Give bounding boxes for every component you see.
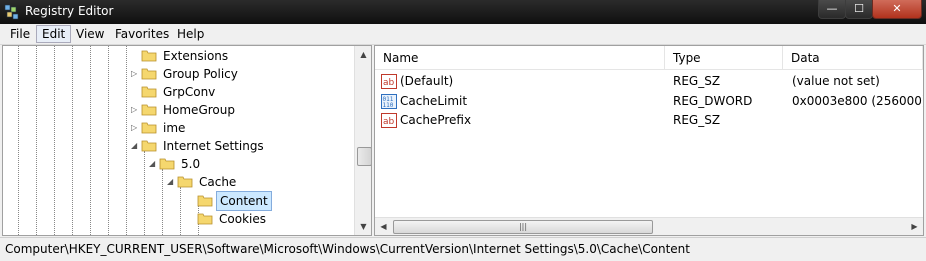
tree-guide-line — [162, 169, 163, 235]
tree-item-5-0[interactable]: ◢ 5.0 — [149, 155, 349, 173]
tree-item-label: ime — [163, 121, 186, 135]
scrollbar-thumb[interactable] — [357, 147, 371, 166]
svg-text:ab: ab — [383, 78, 395, 88]
scroll-right-arrow-icon[interactable]: ▶ — [906, 218, 923, 235]
scrollbar-thumb[interactable]: ||| — [393, 220, 653, 234]
value-name: CachePrefix — [400, 113, 472, 127]
values-horizontal-scrollbar[interactable]: ◀ ||| ▶ — [375, 217, 923, 235]
folder-icon — [141, 50, 157, 62]
column-header-type[interactable]: Type — [665, 46, 783, 70]
value-type: REG_DWORD — [673, 94, 753, 108]
collapse-arrow-icon[interactable]: ◢ — [149, 159, 157, 169]
tree-item-homegroup[interactable]: ▷ HomeGroup — [131, 101, 351, 119]
tree-guide-line — [72, 46, 73, 235]
tree-item-label: Cache — [199, 175, 237, 189]
tree-item-label: HomeGroup — [163, 103, 235, 117]
close-button[interactable]: ✕ — [872, 0, 922, 19]
svg-text:110: 110 — [383, 102, 394, 109]
value-type: REG_SZ — [673, 74, 721, 88]
maximize-button[interactable]: ☐ — [845, 0, 873, 19]
tree-guide-line — [54, 46, 55, 235]
open-folder-icon — [177, 176, 193, 188]
tree-guide-line — [90, 46, 91, 235]
minimize-button[interactable]: — — [818, 0, 846, 19]
tree-guide-line — [18, 46, 19, 235]
tree-guide-line — [126, 46, 127, 235]
tree-guide-line — [36, 46, 37, 235]
expand-arrow-icon[interactable]: ▷ — [131, 105, 139, 115]
folder-icon — [197, 213, 213, 225]
key-tree[interactable]: Extensions ▷ Group Policy GrpConv ▷ Home… — [2, 45, 372, 236]
status-bar: Computer\HKEY_CURRENT_USER\Software\Micr… — [0, 237, 926, 261]
registry-editor-icon — [4, 4, 19, 20]
string-value-icon: ab — [381, 113, 397, 128]
open-folder-icon — [141, 140, 157, 152]
expand-arrow-icon[interactable]: ▷ — [131, 69, 139, 79]
current-key-path: Computer\HKEY_CURRENT_USER\Software\Micr… — [5, 242, 690, 256]
minimize-icon: — — [826, 2, 838, 15]
open-folder-icon — [197, 195, 213, 207]
menu-view[interactable]: View — [71, 26, 109, 42]
folder-icon — [141, 86, 157, 98]
value-row[interactable]: 011 110 CacheLimit REG_DWORD 0x0003e800 … — [375, 92, 923, 111]
binary-value-icon: 011 110 — [381, 94, 397, 109]
title-bar: Registry Editor — ☐ ✕ — [0, 0, 926, 24]
tree-guide-line — [108, 46, 109, 235]
folder-icon — [141, 122, 157, 134]
tree-item-cookies[interactable]: Cookies — [197, 210, 347, 228]
svg-text:ab: ab — [383, 117, 395, 127]
tree-item-group-policy[interactable]: ▷ Group Policy — [131, 65, 351, 83]
tree-item-extensions[interactable]: Extensions — [131, 47, 351, 65]
value-type: REG_SZ — [673, 113, 721, 127]
close-icon: ✕ — [892, 2, 902, 15]
main-area: Extensions ▷ Group Policy GrpConv ▷ Home… — [0, 45, 926, 236]
scroll-left-arrow-icon[interactable]: ◀ — [375, 218, 392, 235]
string-value-icon: ab — [381, 74, 397, 89]
values-list[interactable]: Name Type Data ab (Default) REG_SZ (valu… — [374, 45, 924, 236]
expand-arrow-icon[interactable]: ▷ — [131, 123, 139, 133]
column-header-data[interactable]: Data — [783, 46, 923, 70]
tree-item-label: 5.0 — [181, 157, 201, 171]
tree-item-internet-settings[interactable]: ◢ Internet Settings — [131, 137, 351, 155]
tree-item-content[interactable]: Content — [197, 191, 347, 211]
tree-guide-line — [180, 187, 181, 235]
scroll-down-arrow-icon[interactable]: ▼ — [355, 218, 371, 235]
tree-item-ime[interactable]: ▷ ime — [131, 119, 351, 137]
tree-vertical-scrollbar[interactable]: ▲ ▼ — [354, 46, 371, 235]
value-name: (Default) — [400, 74, 454, 88]
value-data: (value not set) — [792, 74, 880, 88]
collapse-arrow-icon[interactable]: ◢ — [131, 141, 139, 151]
tree-item-grpconv[interactable]: GrpConv — [131, 83, 351, 101]
menu-file[interactable]: File — [5, 26, 35, 42]
value-row[interactable]: ab CachePrefix REG_SZ — [375, 111, 923, 130]
value-name: CacheLimit — [400, 94, 468, 108]
tree-item-cache[interactable]: ◢ Cache — [167, 173, 347, 191]
tree-item-label: Content — [216, 191, 272, 211]
window-title: Registry Editor — [25, 4, 114, 18]
menu-bar: File Edit View Favorites Help — [0, 24, 926, 45]
menu-help[interactable]: Help — [172, 26, 209, 42]
value-row[interactable]: ab (Default) REG_SZ (value not set) — [375, 72, 923, 91]
menu-favorites[interactable]: Favorites — [110, 26, 174, 42]
tree-item-label: Internet Settings — [163, 139, 264, 153]
column-header-name[interactable]: Name — [375, 46, 665, 70]
scroll-up-arrow-icon[interactable]: ▲ — [355, 46, 371, 63]
open-folder-icon — [159, 158, 175, 170]
collapse-arrow-icon[interactable]: ◢ — [167, 177, 175, 187]
tree-item-label: GrpConv — [163, 85, 216, 99]
tree-item-label: Cookies — [219, 212, 266, 226]
tree-item-label: Group Policy — [163, 67, 238, 81]
maximize-icon: ☐ — [854, 2, 864, 15]
tree-guide-line — [144, 151, 145, 235]
value-data: 0x0003e800 (256000) — [792, 94, 924, 108]
folder-icon — [141, 68, 157, 80]
folder-icon — [141, 104, 157, 116]
tree-item-label: Extensions — [163, 49, 229, 63]
menu-edit[interactable]: Edit — [36, 25, 72, 43]
